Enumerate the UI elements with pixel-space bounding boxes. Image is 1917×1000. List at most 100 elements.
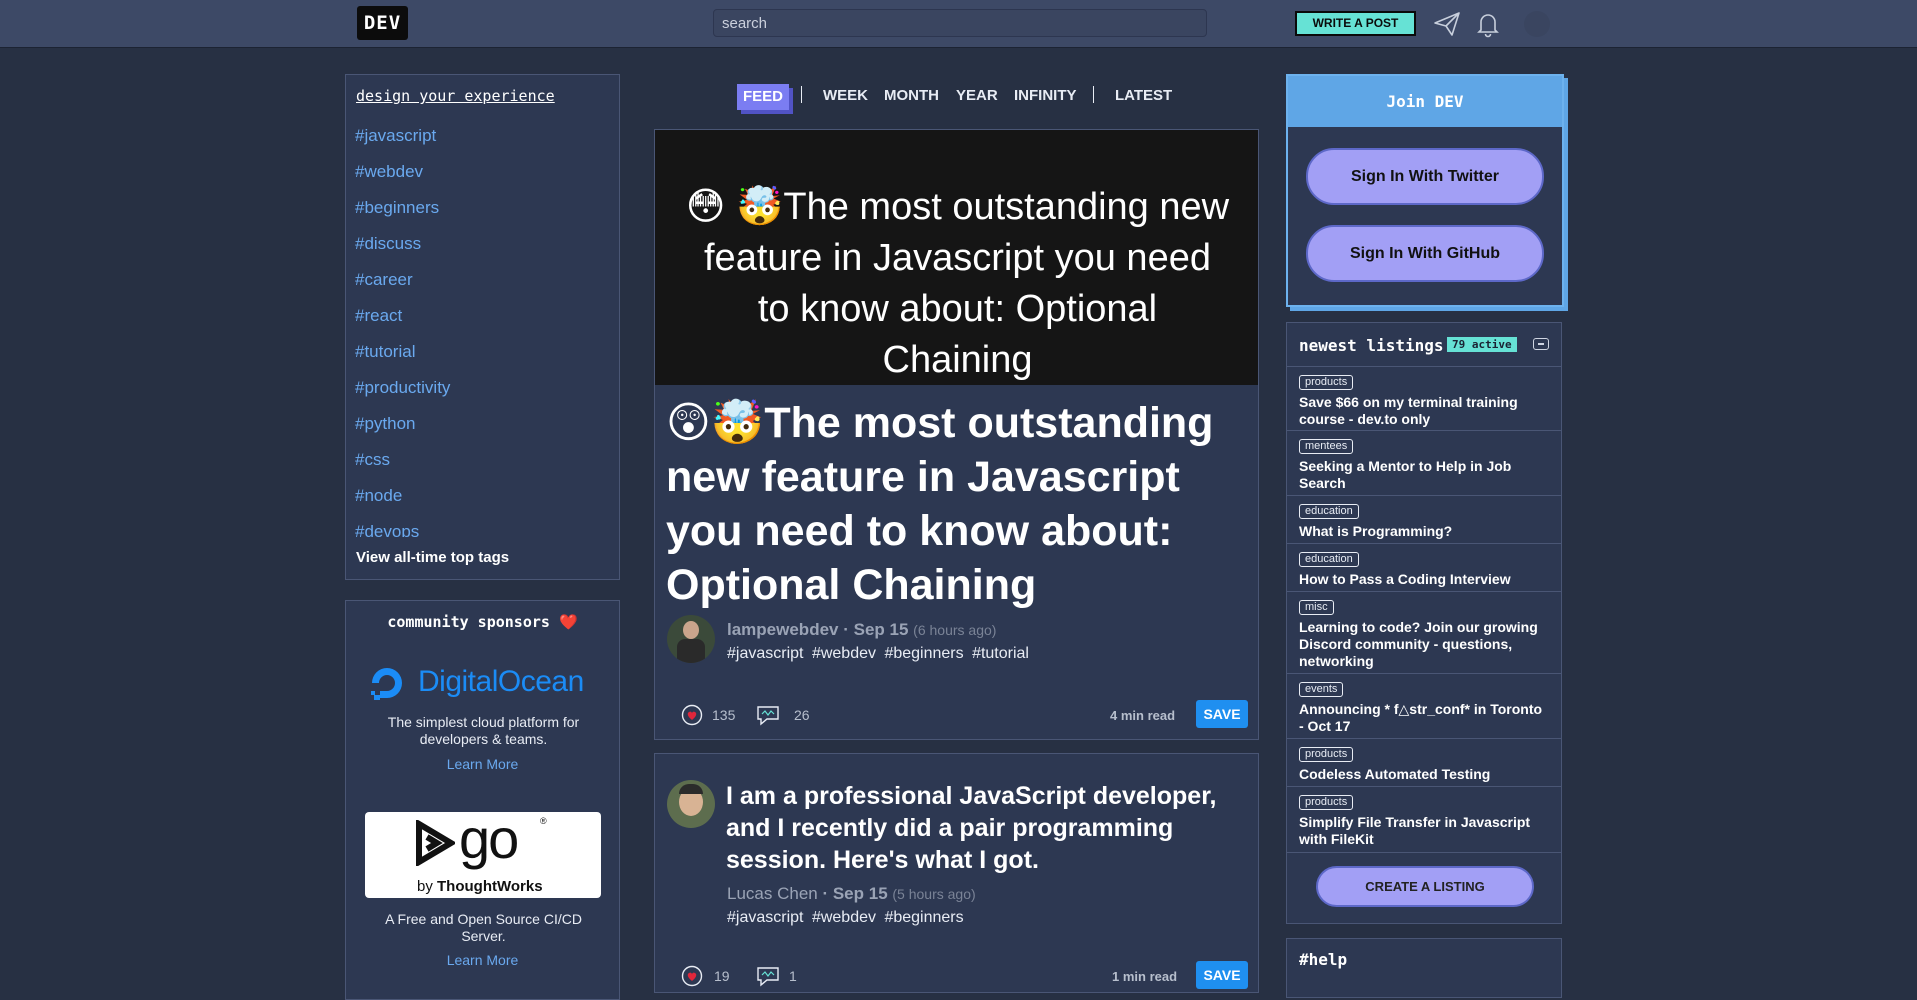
tab-feed[interactable]: FEED: [737, 84, 789, 110]
article-tag[interactable]: #beginners: [884, 645, 963, 662]
article-title[interactable]: 😲🤯The most outstanding new feature in Ja…: [666, 396, 1251, 612]
listing-category[interactable]: products: [1299, 795, 1354, 810]
read-time: 1 min read: [1112, 969, 1178, 984]
search-input[interactable]: [713, 9, 1207, 37]
comment-count: 1: [789, 968, 797, 984]
comment-icon[interactable]: [755, 965, 781, 987]
listing-category[interactable]: mentees: [1299, 439, 1354, 454]
heart-reaction-icon[interactable]: [681, 704, 703, 726]
listing-item[interactable]: events Announcing * f△str_conf* in Toron…: [1287, 673, 1561, 739]
newest-listings-panel: newest listings 79 active products Save …: [1286, 322, 1562, 924]
listing-item[interactable]: products Codeless Automated Testing: [1287, 738, 1561, 787]
relative-time: (6 hours ago): [913, 622, 997, 638]
listing-item[interactable]: education What is Programming?: [1287, 495, 1561, 544]
tag-link[interactable]: #python: [355, 414, 416, 434]
dev-logo[interactable]: DEV: [357, 6, 408, 40]
listing-title[interactable]: What is Programming?: [1299, 523, 1544, 540]
listing-title[interactable]: Save $66 on my terminal training course …: [1299, 394, 1544, 428]
user-avatar[interactable]: [1524, 11, 1550, 37]
write-post-button[interactable]: WRITE A POST: [1295, 11, 1416, 36]
tab-month[interactable]: MONTH: [884, 87, 939, 104]
listing-category[interactable]: events: [1299, 682, 1344, 697]
tab-year[interactable]: YEAR: [956, 87, 998, 104]
sponsors-heading: community sponsors ❤️: [346, 613, 619, 631]
tag-link[interactable]: #node: [355, 486, 402, 506]
cover-title-text: 😳 🤯The most outstanding new feature in J…: [685, 186, 1230, 381]
tag-link[interactable]: #discuss: [355, 234, 421, 254]
digitalocean-wordmark[interactable]: DigitalOcean: [418, 665, 584, 699]
sponsors-panel: community sponsors ❤️ DigitalOcean The s…: [345, 600, 620, 1000]
tag-link[interactable]: #css: [355, 450, 390, 470]
article-tag[interactable]: #webdev: [812, 909, 876, 926]
nav-divider: [801, 86, 802, 103]
collapse-button[interactable]: [1533, 338, 1549, 350]
sign-in-twitter-button[interactable]: Sign In With Twitter: [1306, 148, 1544, 205]
listing-title[interactable]: Learning to code? Join our growing Disco…: [1299, 619, 1544, 670]
tag-link[interactable]: #react: [355, 306, 402, 326]
article-title[interactable]: I am a professional JavaScript developer…: [726, 780, 1246, 876]
tab-week[interactable]: WEEK: [823, 87, 868, 104]
sign-in-github-button[interactable]: Sign In With GitHub: [1306, 225, 1544, 282]
author-name[interactable]: lampewebdev: [727, 620, 839, 639]
listing-title[interactable]: Codeless Automated Testing: [1299, 766, 1544, 783]
active-count-badge: 79 active: [1447, 337, 1517, 352]
listing-category[interactable]: misc: [1299, 600, 1334, 615]
registered-mark: ®: [540, 816, 547, 826]
all-top-tags-link[interactable]: View all-time top tags: [356, 549, 509, 566]
save-button[interactable]: SAVE: [1196, 700, 1248, 728]
gocd-byline-brand: ThoughtWorks: [437, 878, 543, 895]
author-avatar[interactable]: [667, 615, 715, 663]
article-tags: #javascript #webdev #beginners #tutorial: [727, 645, 1029, 663]
tag-link[interactable]: #productivity: [355, 378, 450, 398]
listing-item[interactable]: products Save $66 on my terminal trainin…: [1287, 366, 1561, 431]
tab-latest[interactable]: LATEST: [1115, 87, 1172, 104]
listing-title[interactable]: Simplify File Transfer in Javascript wit…: [1299, 814, 1544, 848]
bell-icon[interactable]: [1473, 9, 1503, 39]
tag-link[interactable]: #beginners: [355, 198, 439, 218]
avatar-face: [683, 621, 699, 639]
listing-item[interactable]: misc Learning to code? Join our growing …: [1287, 591, 1561, 674]
comment-icon[interactable]: [755, 704, 781, 726]
article-card[interactable]: I am a professional JavaScript developer…: [654, 753, 1259, 993]
gocd-logo-card[interactable]: go ® by ThoughtWorks: [365, 807, 601, 898]
heart-reaction-icon[interactable]: [681, 965, 703, 987]
listing-title[interactable]: Announcing * f△str_conf* in Toronto - Oc…: [1299, 701, 1544, 735]
tag-link[interactable]: #career: [355, 270, 413, 290]
listing-title[interactable]: Seeking a Mentor to Help in Job Search: [1299, 458, 1544, 492]
listing-item[interactable]: mentees Seeking a Mentor to Help in Job …: [1287, 430, 1561, 496]
author-name[interactable]: Lucas Chen: [727, 884, 818, 903]
sponsor-learn-more-link[interactable]: Learn More: [346, 756, 619, 772]
tag-sidebar: design your experience #javascript #webd…: [345, 74, 620, 580]
tag-link[interactable]: #javascript: [355, 126, 436, 146]
tag-link[interactable]: #tutorial: [355, 342, 415, 362]
listing-title[interactable]: How to Pass a Coding Interview: [1299, 571, 1544, 588]
article-tag[interactable]: #javascript: [727, 909, 803, 926]
sponsors-heading-text: community sponsors: [387, 613, 550, 631]
article-tag[interactable]: #webdev: [812, 645, 876, 662]
listings-heading[interactable]: newest listings: [1299, 336, 1444, 355]
digitalocean-logo-icon[interactable]: [366, 662, 408, 704]
save-button[interactable]: SAVE: [1196, 961, 1248, 989]
design-experience-link[interactable]: design your experience: [356, 87, 555, 105]
tag-link[interactable]: #webdev: [355, 162, 423, 182]
listing-item[interactable]: products Simplify File Transfer in Javas…: [1287, 786, 1561, 853]
listing-category[interactable]: education: [1299, 552, 1359, 567]
listing-category[interactable]: products: [1299, 747, 1354, 762]
article-tag[interactable]: #beginners: [884, 909, 963, 926]
help-heading[interactable]: #help: [1299, 950, 1347, 969]
listing-category[interactable]: products: [1299, 375, 1354, 390]
listing-item[interactable]: education How to Pass a Coding Interview: [1287, 543, 1561, 592]
sponsor-learn-more-link[interactable]: Learn More: [346, 952, 619, 968]
create-listing-button[interactable]: CREATE A LISTING: [1316, 866, 1534, 907]
listing-category[interactable]: education: [1299, 504, 1359, 519]
author-avatar[interactable]: [667, 780, 715, 828]
avatar-body: [677, 639, 705, 663]
article-tag[interactable]: #javascript: [727, 645, 803, 662]
article-cover-image[interactable]: 😳 🤯The most outstanding new feature in J…: [655, 130, 1258, 385]
help-panel: #help: [1286, 938, 1562, 998]
featured-article-card[interactable]: 😳 🤯The most outstanding new feature in J…: [654, 129, 1259, 740]
tab-infinity[interactable]: INFINITY: [1014, 87, 1077, 104]
join-heading: Join DEV: [1288, 76, 1562, 127]
paper-plane-icon[interactable]: [1432, 9, 1462, 39]
article-tag[interactable]: #tutorial: [972, 645, 1029, 662]
